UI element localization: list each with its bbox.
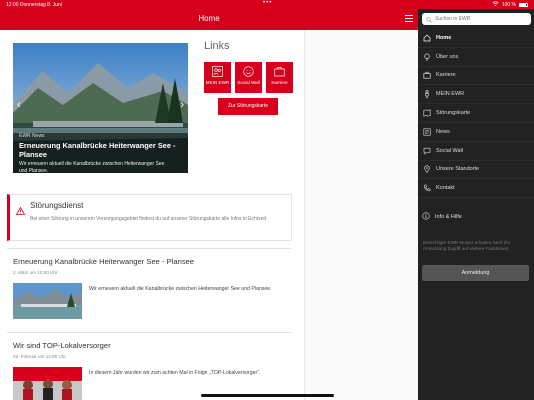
- status-right: 100 %: [492, 1, 528, 8]
- nav-item-label: Karriere: [436, 72, 456, 79]
- nav-item-stoerungskarte[interactable]: Störungskarte: [418, 104, 534, 123]
- nav-item-info-hilfe[interactable]: Info & Hilfe: [422, 212, 462, 222]
- search-input[interactable]: [432, 16, 522, 22]
- chat-icon: [422, 146, 431, 155]
- hero-description: Wir erneuern aktuell die Kanalbrücke zwi…: [19, 161, 165, 173]
- nav-item-news[interactable]: News: [418, 123, 534, 142]
- links-section: Links MEIN EWR Social Wall Karriere Zur …: [204, 40, 293, 115]
- map-icon: [422, 109, 431, 118]
- nav-item-kontakt[interactable]: Kontakt: [418, 179, 534, 199]
- person-icon: [422, 90, 431, 99]
- news-title[interactable]: Erneuerung Kanalbrücke Heiterwanger See …: [13, 257, 194, 266]
- briefcase-icon: [422, 71, 431, 80]
- hero-next-chevron-icon[interactable]: ›: [180, 99, 184, 111]
- tile-label: MEIN EWR: [205, 80, 230, 85]
- wifi-icon: [492, 1, 499, 8]
- nav-item-karriere[interactable]: Karriere: [418, 67, 534, 86]
- main-content: ‹ › EWR News Erneuerung Kanalbrücke Heit…: [0, 30, 304, 400]
- nav-item-label: Unsere Standorte: [436, 166, 480, 173]
- status-time: 12:00 Donnerstag 8. Juni: [6, 1, 62, 8]
- stoerungskarte-button[interactable]: Zur Störungskarte: [218, 98, 278, 115]
- news-item[interactable]: Wir sind TOP-Lokalversorger 26. Februar …: [7, 332, 292, 400]
- info-label: Info & Hilfe: [435, 214, 462, 220]
- users-icon: [212, 66, 223, 77]
- nav-item-standorte[interactable]: Unsere Standorte: [418, 161, 534, 180]
- smile-icon: [243, 66, 254, 77]
- nav-item-social-wall[interactable]: Social Wall: [418, 142, 534, 161]
- multitask-dots[interactable]: •••: [263, 0, 272, 6]
- nav-item-label: Störungskarte: [436, 110, 471, 117]
- nav-item-label: MEIN EWR: [436, 91, 465, 98]
- hero-tag: EWR News: [19, 133, 45, 139]
- link-tile-mein-ewr[interactable]: MEIN EWR: [204, 62, 231, 93]
- warning-icon: [15, 202, 26, 220]
- search-box[interactable]: [422, 13, 531, 25]
- info-icon: [422, 212, 430, 222]
- app-header: Home: [0, 9, 418, 30]
- login-button[interactable]: Anmeldung: [422, 265, 529, 281]
- side-menu: Home Über uns Karriere MEIN EWR Störungs…: [418, 9, 534, 400]
- news-item[interactable]: Erneuerung Kanalbrücke Heiterwanger See …: [7, 248, 292, 331]
- hamburger-menu-icon[interactable]: [405, 15, 413, 24]
- news-date: 2. März um 12:00 Uhr: [13, 270, 58, 275]
- hero-title[interactable]: Erneuerung Kanalbrücke Heiterwanger See …: [19, 141, 187, 159]
- nav-item-mein-ewr[interactable]: MEIN EWR: [418, 85, 534, 105]
- link-tile-karriere[interactable]: Karriere: [266, 62, 293, 93]
- pin-icon: [422, 165, 431, 174]
- briefcase-icon: [274, 67, 285, 77]
- battery-percent: 100 %: [501, 1, 516, 8]
- hero-slider[interactable]: ‹ › EWR News Erneuerung Kanalbrücke Heit…: [13, 43, 188, 173]
- nav-item-label: Über uns: [436, 53, 459, 60]
- alert-title: Störungsdienst: [30, 201, 84, 210]
- news-text: In diesem Jahr wurden wir zum achten Mal…: [89, 370, 261, 376]
- nav-item-label: Kontakt: [436, 185, 455, 192]
- news-thumbnail[interactable]: [13, 367, 82, 400]
- nav-item-ueber-uns[interactable]: Über uns: [418, 48, 534, 67]
- nav-item-label: News: [436, 128, 450, 135]
- alert-text: Bei einer Störung in unserem Versorgungs…: [30, 216, 268, 222]
- phone-icon: [422, 184, 431, 193]
- nav-item-label: Social Wall: [436, 147, 463, 154]
- news-text: Wir erneuern aktuell die Kanalbrücke zwi…: [89, 286, 272, 292]
- links-title: Links: [204, 40, 230, 52]
- login-hint: Berechtigte EWR-Nutzer erhalten nach der…: [423, 240, 511, 251]
- link-tile-social-wall[interactable]: Social Wall: [235, 62, 262, 93]
- status-bar: 12:00 Donnerstag 8. Juni ••• 100 %: [0, 0, 534, 9]
- bulb-icon: [422, 52, 431, 61]
- news-thumbnail[interactable]: [13, 283, 82, 319]
- battery-icon: [519, 2, 528, 7]
- nav-item-label: Home: [436, 34, 452, 41]
- hero-prev-chevron-icon[interactable]: ‹: [17, 99, 21, 111]
- home-indicator[interactable]: [201, 394, 334, 397]
- page-title: Home: [198, 14, 220, 23]
- news-title[interactable]: Wir sind TOP-Lokalversorger: [13, 341, 111, 350]
- tile-label: Karriere: [271, 80, 288, 85]
- news-icon: [422, 127, 431, 136]
- tile-label: Social Wall: [237, 80, 260, 85]
- news-date: 26. Februar um 12:00 Uhr: [13, 354, 66, 359]
- home-icon: [422, 33, 431, 42]
- nav-list: Home Über uns Karriere MEIN EWR Störungs…: [418, 29, 534, 199]
- content-right-area: [304, 30, 418, 400]
- stoerungsdienst-alert[interactable]: Störungsdienst Bei einer Störung in unse…: [7, 194, 292, 241]
- nav-item-home[interactable]: Home: [418, 29, 534, 48]
